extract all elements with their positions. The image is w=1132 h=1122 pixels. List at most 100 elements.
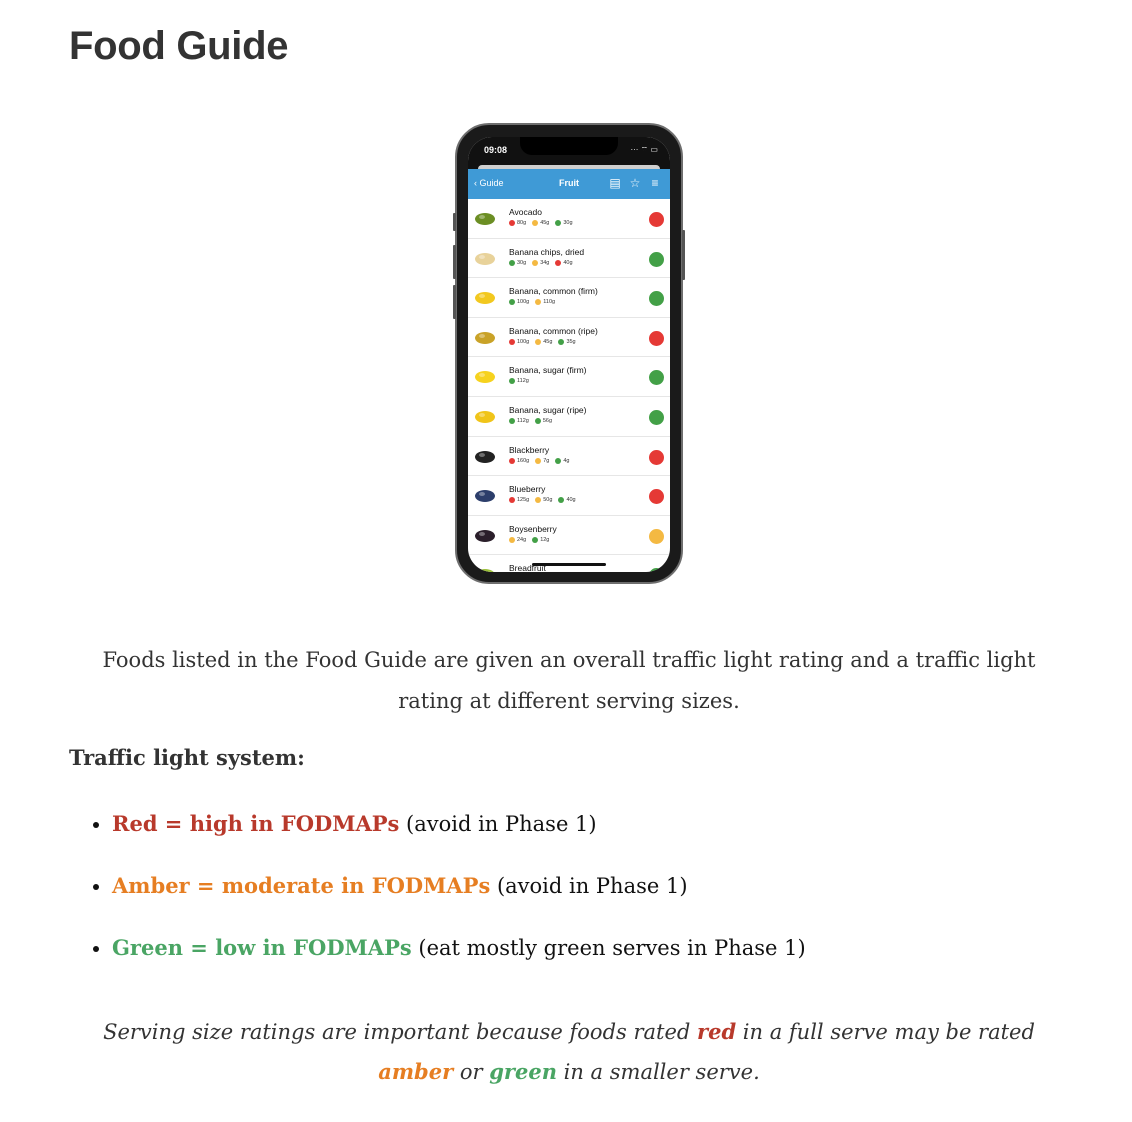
page: Food Guide 09:08 ··· ⌔ ▭ ‹ Guide Fruit ▤… [0,0,1132,1122]
serving-rating: 34g [532,259,550,266]
serving-size: 110g [543,299,556,306]
overall-rating-amber-icon [649,528,664,544]
legend-label: Green = low in FODMAPs [112,935,412,960]
serving-rating: 110g [535,299,556,306]
red-dot-icon [509,457,515,464]
food-row[interactable]: Blackberry 160g 7g 4g [468,437,670,477]
green-dot-icon [534,417,541,424]
serving-rating: 7g [535,457,549,464]
traffic-light-legend: Red = high in FODMAPs (avoid in Phase 1)… [69,798,806,984]
food-row[interactable]: Banana, common (firm) 100g 110g [468,278,670,318]
serving-size: 56g [542,417,553,424]
serving-size: 12g [540,536,550,543]
star-icon[interactable]: ☆ [628,176,642,190]
food-row[interactable]: Banana, sugar (ripe) 112g 56g [468,397,670,437]
note-text: in a smaller serve. [556,1060,760,1084]
green-dot-icon [555,457,562,464]
avocado-icon [474,209,496,227]
serving-ratings: 100g 45g 35g [509,338,576,345]
green-dot-icon [509,299,515,306]
serving-rating: 160g [509,457,529,464]
food-row[interactable]: Banana, common (ripe) 100g 45g 35g [468,318,670,358]
food-name: Blackberry [509,444,550,455]
serving-size: 40g [566,497,576,504]
amber-dot-icon [532,220,539,226]
filter-sliders-icon[interactable]: ≡ [648,176,662,190]
food-name: Banana, common (ripe) [509,325,598,336]
banana-icon [474,288,496,306]
serving-size: 30g [517,259,527,266]
note-amber: amber [378,1059,454,1084]
document-icon[interactable]: ▤ [608,176,622,190]
note-text: Serving size ratings are important becau… [103,1020,698,1044]
serving-ratings: 24g 12g [509,536,550,543]
amber-dot-icon [509,536,515,543]
serving-size: 112g [517,378,529,385]
green-dot-icon [509,378,515,385]
serving-size: 30g [563,220,573,226]
phone-volume-down [453,285,456,319]
serving-size: 40g [563,259,573,266]
serving-rating: 12g [532,536,550,543]
amber-dot-icon [535,338,542,345]
amber-dot-icon [535,457,542,464]
serving-ratings: 30g 34g 40g [509,259,573,266]
breadfruit-icon [474,565,496,572]
banana-chips-icon [474,249,496,267]
page-title: Food Guide [69,24,289,68]
overall-rating-green-icon [649,251,664,267]
food-name: Banana, sugar (firm) [509,365,587,376]
legend-note: (eat mostly green serves in Phase 1) [411,936,806,960]
phone-screenshot: 09:08 ··· ⌔ ▭ ‹ Guide Fruit ▤ ☆ ≡ Avocad… [453,123,685,584]
status-icons: ··· ⌔ ▭ [630,145,658,154]
serving-rating: 50g [535,497,552,504]
intro-paragraph: Foods listed in the Food Guide are given… [102,648,1036,713]
serving-rating: 112g [509,417,529,424]
red-dot-icon [509,220,515,226]
food-row[interactable]: Banana, sugar (firm) 112g [468,357,670,397]
serving-ratings: 100g 110g [509,299,556,306]
serving-ratings: 125g 50g 40g [509,497,576,504]
serving-size: 125g [517,497,530,504]
serving-size: 45g [543,338,553,345]
home-indicator[interactable] [532,563,606,566]
serving-ratings: 80g 45g 30g [509,220,573,226]
boysenberry-icon [474,526,496,544]
red-dot-icon [555,259,562,266]
serving-size: 100g [517,338,530,345]
serving-size: 112g [517,417,529,424]
blueberry-icon [474,486,496,504]
food-row[interactable]: Boysenberry 24g 12g [468,516,670,556]
note-red: red [697,1019,737,1044]
overall-rating-red-icon [649,489,664,505]
food-row[interactable]: Banana chips, dried 30g 34g 40g [468,239,670,279]
legend-item-red: Red = high in FODMAPs (avoid in Phase 1) [112,798,806,860]
food-name: Blueberry [509,484,546,495]
food-row[interactable]: Blueberry 125g 50g 40g [468,476,670,516]
green-dot-icon [558,497,565,504]
green-dot-icon [558,338,565,345]
phone-volume-up [453,245,456,279]
serving-size-note: Serving size ratings are important becau… [69,1012,1069,1092]
serving-rating: 125g [509,497,530,504]
green-dot-icon [532,536,539,543]
food-row[interactable]: Avocado 80g 45g 30g [468,199,670,239]
serving-size: 34g [540,259,550,266]
serving-rating: 100g [509,338,530,345]
serving-rating: 100g [509,299,529,306]
legend-heading: Traffic light system: [69,745,305,770]
serving-rating: 112g [509,378,529,385]
serving-rating: 40g [555,259,573,266]
food-name: Avocado [509,207,542,217]
legend-label: Red = high in FODMAPs [112,811,400,836]
red-dot-icon [509,338,515,345]
legend-note: (avoid in Phase 1) [399,812,597,836]
serving-size: 4g [563,457,570,464]
serving-size: 24g [517,536,527,543]
serving-size: 80g [517,220,527,226]
overall-rating-green-icon [649,409,664,425]
legend-item-amber: Amber = moderate in FODMAPs (avoid in Ph… [112,860,806,922]
serving-rating: 80g [509,220,526,226]
legend-note: (avoid in Phase 1) [490,874,688,898]
overall-rating-green-icon [649,291,664,307]
